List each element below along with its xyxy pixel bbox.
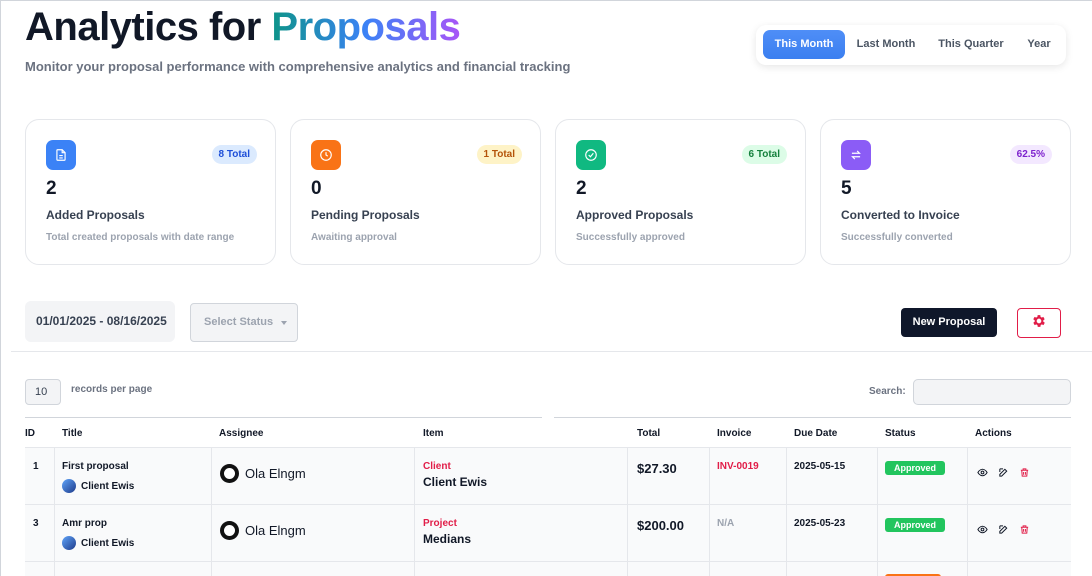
edit-icon[interactable] bbox=[998, 465, 1009, 483]
row-assignee-name: Ola Elngm bbox=[245, 523, 306, 538]
row-client: Client Ewis bbox=[62, 536, 134, 550]
row-id: 3 bbox=[33, 518, 39, 529]
card-value: 2 bbox=[46, 178, 57, 199]
card-label: Pending Proposals bbox=[311, 208, 420, 222]
status-select[interactable]: Select Status bbox=[190, 303, 298, 342]
row-invoice: N/A bbox=[717, 518, 735, 529]
column-header-status[interactable]: Status bbox=[885, 428, 916, 439]
row-actions bbox=[977, 465, 1030, 483]
card-added-proposals: 8 Total 2 Added Proposals Total created … bbox=[25, 119, 276, 265]
status-badge: Approved bbox=[885, 461, 946, 475]
card-value: 5 bbox=[841, 178, 852, 199]
card-badge: 6 Total bbox=[741, 145, 787, 164]
card-value: 0 bbox=[311, 178, 322, 199]
table-row[interactable]: 1 First proposal Client Ewis Ola Elngm C… bbox=[25, 448, 1071, 505]
card-approved-proposals: 6 Total 2 Approved Proposals Successfull… bbox=[555, 119, 806, 265]
card-label: Added Proposals bbox=[46, 208, 145, 222]
client-avatar bbox=[62, 479, 76, 493]
gear-icon bbox=[1031, 313, 1047, 334]
page-title: Analytics for Proposals bbox=[25, 5, 461, 50]
eye-icon[interactable] bbox=[977, 465, 988, 483]
section-divider bbox=[11, 351, 1092, 352]
row-title[interactable]: Amr prop bbox=[62, 518, 107, 529]
period-tabs: This Month Last Month This Quarter Year bbox=[756, 25, 1066, 65]
card-pending-proposals: 1 Total 0 Pending Proposals Awaiting app… bbox=[290, 119, 541, 265]
column-header-due-date[interactable]: Due Date bbox=[794, 428, 837, 439]
column-header-title[interactable]: Title bbox=[62, 428, 82, 439]
table-top-border bbox=[25, 417, 542, 418]
records-per-page-label: records per page bbox=[71, 384, 153, 395]
edit-icon[interactable] bbox=[998, 522, 1009, 540]
row-client-name: Client Ewis bbox=[81, 537, 135, 549]
card-badge: 8 Total bbox=[211, 145, 257, 164]
search-input[interactable] bbox=[913, 379, 1071, 405]
card-subtext: Total created proposals with date range bbox=[46, 232, 235, 243]
card-subtext: Awaiting approval bbox=[311, 232, 397, 243]
tab-last-month[interactable]: Last Month bbox=[849, 30, 923, 59]
eye-icon[interactable] bbox=[977, 522, 988, 540]
column-header-id[interactable]: ID bbox=[25, 428, 35, 439]
title-prefix: Analytics for bbox=[25, 5, 261, 49]
trash-icon[interactable] bbox=[1019, 522, 1030, 540]
card-subtext: Successfully converted bbox=[841, 232, 953, 243]
column-header-actions: Actions bbox=[975, 428, 1012, 439]
date-range-picker[interactable]: 01/01/2025 - 08/16/2025 bbox=[25, 301, 175, 342]
client-avatar bbox=[62, 536, 76, 550]
tab-this-quarter[interactable]: This Quarter bbox=[934, 30, 1008, 59]
card-subtext: Successfully approved bbox=[576, 232, 685, 243]
row-invoice-link[interactable]: INV-0019 bbox=[717, 461, 759, 472]
card-label: Approved Proposals bbox=[576, 208, 694, 222]
row-actions bbox=[977, 522, 1030, 540]
row-assignee: Ola Elngm bbox=[220, 521, 306, 540]
records-per-page-select[interactable]: 10 bbox=[25, 379, 61, 405]
row-client: Client Ewis bbox=[62, 479, 134, 493]
column-header-invoice[interactable]: Invoice bbox=[717, 428, 751, 439]
row-due-date: 2025-05-15 bbox=[794, 461, 846, 472]
column-header-assignee[interactable]: Assignee bbox=[219, 428, 263, 439]
trash-icon[interactable] bbox=[1019, 465, 1030, 483]
table-top-border bbox=[554, 417, 1071, 418]
table-row[interactable] bbox=[25, 562, 1071, 576]
page-subtitle: Monitor your proposal performance with c… bbox=[25, 59, 571, 74]
search-label: Search: bbox=[869, 386, 906, 397]
row-id: 1 bbox=[33, 461, 39, 472]
row-item-type: Client bbox=[423, 461, 451, 472]
document-icon bbox=[46, 140, 76, 170]
avatar bbox=[220, 521, 239, 540]
row-item-name: Client Ewis bbox=[423, 475, 488, 489]
chevron-down-icon bbox=[281, 321, 287, 325]
row-title[interactable]: First proposal bbox=[62, 461, 129, 472]
status-badge: Approved bbox=[885, 518, 946, 532]
row-client-name: Client Ewis bbox=[81, 480, 135, 492]
avatar bbox=[220, 464, 239, 483]
card-value: 2 bbox=[576, 178, 587, 199]
card-badge: 1 Total bbox=[476, 145, 522, 164]
settings-button[interactable] bbox=[1017, 308, 1061, 338]
new-proposal-button[interactable]: New Proposal bbox=[901, 308, 997, 337]
card-label: Converted to Invoice bbox=[841, 208, 960, 222]
column-header-item[interactable]: Item bbox=[423, 428, 444, 439]
row-due-date: 2025-05-23 bbox=[794, 518, 846, 529]
exchange-icon bbox=[841, 140, 871, 170]
check-circle-icon bbox=[576, 140, 606, 170]
row-assignee-name: Ola Elngm bbox=[245, 466, 306, 481]
tab-year[interactable]: Year bbox=[1019, 30, 1059, 59]
clock-icon bbox=[311, 140, 341, 170]
card-badge: 62.5% bbox=[1009, 145, 1052, 164]
column-header-total[interactable]: Total bbox=[637, 428, 660, 439]
table-row[interactable]: 3 Amr prop Client Ewis Ola Elngm Project… bbox=[25, 505, 1071, 562]
row-assignee: Ola Elngm bbox=[220, 464, 306, 483]
tab-this-month[interactable]: This Month bbox=[763, 30, 845, 59]
status-select-placeholder: Select Status bbox=[204, 316, 274, 328]
card-converted-to-invoice: 62.5% 5 Converted to Invoice Successfull… bbox=[820, 119, 1071, 265]
row-item-type: Project bbox=[423, 518, 457, 529]
row-total: $27.30 bbox=[637, 461, 677, 476]
row-total: $200.00 bbox=[637, 518, 684, 533]
title-accent: Proposals bbox=[271, 5, 461, 49]
row-item-name: Medians bbox=[423, 532, 472, 546]
